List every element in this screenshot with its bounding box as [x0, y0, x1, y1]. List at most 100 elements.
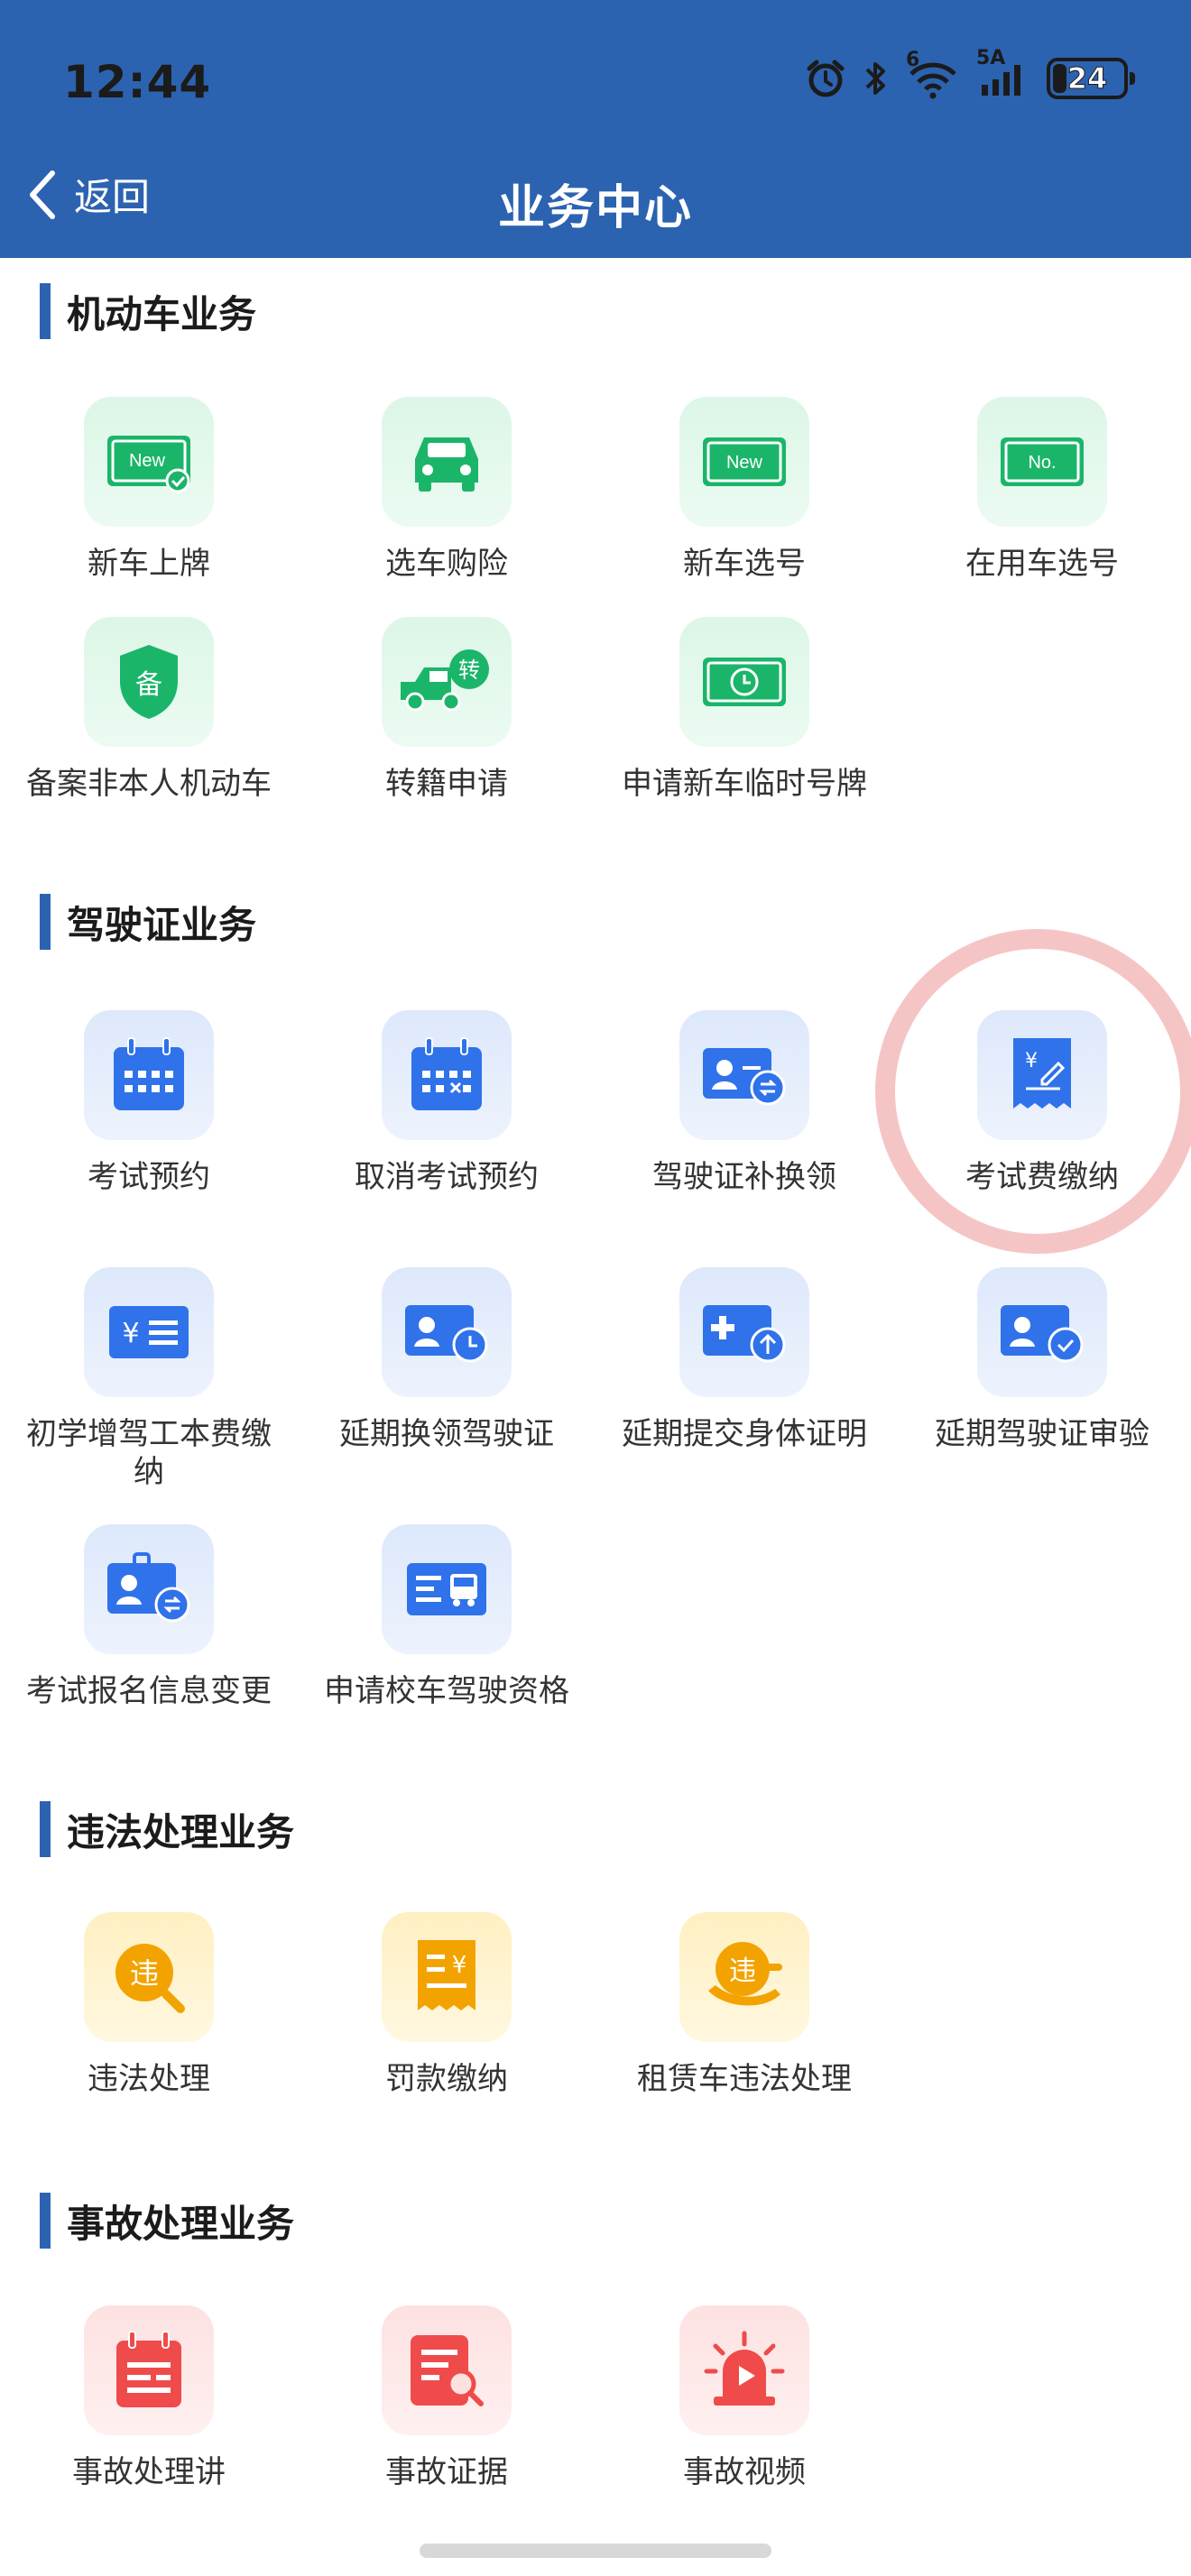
tile-label: 考试报名信息变更 — [26, 1673, 272, 1709]
tile-icon-bg: ¥ — [84, 1267, 214, 1397]
status-icons: 6 5A 24 — [805, 47, 1135, 99]
tile-extend-license[interactable]: 延期换领驾驶证 — [298, 1267, 596, 1453]
section-title-text: 违法处理业务 — [67, 1809, 295, 1854]
tile-label: 申请新车临时号牌 — [622, 766, 867, 802]
tile-icon-bg — [382, 397, 512, 527]
section-title-vehicle: 机动车业务 — [40, 283, 256, 339]
tile-label: 申请校车驾驶资格 — [324, 1673, 569, 1709]
tile-icon-bg — [382, 1267, 512, 1397]
svg-text:违: 违 — [130, 1956, 159, 1991]
tile-label: 转籍申请 — [385, 766, 508, 802]
section-title-accident: 事故处理业务 — [40, 2193, 294, 2249]
tile-label: 选车购险 — [385, 546, 508, 582]
tile-icon-bg: 备 — [84, 617, 214, 747]
tile-icon-bg: 违 — [679, 1912, 809, 2042]
tile-accident-evidence[interactable]: 事故证据 — [298, 2305, 596, 2491]
tile-icon-bg — [382, 2305, 512, 2435]
section-accent-bar — [40, 1801, 51, 1857]
tile-label: 延期换领驾驶证 — [339, 1416, 554, 1452]
tile-exam-info-change[interactable]: 考试报名信息变更 — [0, 1524, 298, 1710]
section-title-violation: 违法处理业务 — [40, 1801, 294, 1857]
svg-text:New: New — [726, 453, 763, 473]
alarm-icon — [807, 60, 845, 97]
svg-text:¥: ¥ — [122, 1318, 139, 1349]
car-insurance-icon — [415, 437, 478, 492]
fine-receipt-icon: ¥ — [418, 1940, 475, 2010]
section-title-license: 驾驶证业务 — [40, 894, 256, 950]
battery-icon: 24 — [1047, 58, 1135, 99]
wifi-indicator: 6 — [906, 49, 960, 99]
wifi-badge: 6 — [906, 49, 920, 71]
evidence-search-icon — [411, 2335, 484, 2406]
tile-new-car-number[interactable]: New 新车选号 — [596, 397, 893, 583]
tile-license-replace[interactable]: 驾驶证补换领 — [596, 1010, 893, 1196]
fee-card-icon: ¥ — [109, 1306, 189, 1358]
network-type: 5A — [976, 47, 1006, 69]
tile-icon-bg: ¥ — [382, 1912, 512, 2042]
tile-label: 在用车选号 — [965, 546, 1119, 582]
tile-rental-violation[interactable]: 违 租赁车违法处理 — [596, 1912, 893, 2098]
license-clock-icon — [405, 1305, 488, 1363]
tile-record-vehicle[interactable]: 备 备案非本人机动车 — [0, 617, 298, 803]
tile-violation-handle[interactable]: 违 违法处理 — [0, 1912, 298, 2098]
tile-icon-bg — [679, 2305, 809, 2435]
tile-label: 租赁车违法处理 — [637, 2061, 852, 2097]
svg-text:¥: ¥ — [452, 1952, 467, 1979]
tile-icon-bg — [977, 1267, 1107, 1397]
section-accent-bar — [40, 283, 51, 339]
tile-exam-booking[interactable]: 考试预约 — [0, 1010, 298, 1196]
section-accent-bar — [40, 894, 51, 950]
alarm-video-icon — [704, 2331, 785, 2406]
tile-icon-bg — [84, 1524, 214, 1654]
tile-transfer-apply[interactable]: 转 转籍申请 — [298, 617, 596, 803]
tile-used-car-number[interactable]: No. 在用车选号 — [893, 397, 1191, 583]
tile-label: 延期驾驶证审验 — [935, 1416, 1149, 1452]
tile-icon-bg — [84, 1010, 214, 1140]
tile-temp-plate[interactable]: 申请新车临时号牌 — [596, 617, 893, 803]
bluetooth-icon — [865, 62, 885, 95]
tile-icon-bg: No. — [977, 397, 1107, 527]
tile-label: 新车选号 — [683, 546, 806, 582]
tile-label: 驾驶证补换领 — [652, 1159, 836, 1195]
temporary-plate-icon — [703, 658, 786, 706]
tile-extend-review[interactable]: 延期驾驶证审验 — [893, 1267, 1191, 1453]
rental-violation-icon: 违 — [708, 1942, 782, 2006]
info-change-icon — [107, 1552, 190, 1623]
tile-icon-bg — [679, 1267, 809, 1397]
tile-icon-bg: New — [679, 397, 809, 527]
tile-new-car-plate[interactable]: New 新车上牌 — [0, 397, 298, 583]
tile-car-insurance[interactable]: 选车购险 — [298, 397, 596, 583]
tile-cancel-exam[interactable]: 取消考试预约 — [298, 1010, 596, 1196]
tile-icon-bg: 违 — [84, 1912, 214, 2042]
tile-fine-payment[interactable]: ¥ 罚款缴纳 — [298, 1912, 596, 2098]
svg-text:No.: No. — [1028, 453, 1056, 473]
tile-icon-bg — [679, 617, 809, 747]
page-title: 业务中心 — [497, 181, 693, 235]
svg-text:New: New — [129, 451, 166, 471]
tile-label: 事故视频 — [683, 2454, 806, 2490]
tile-label: 事故处理讲 — [72, 2454, 226, 2490]
svg-text:转: 转 — [458, 658, 480, 683]
number-select-icon: No. — [1001, 437, 1084, 486]
highlight-circle — [875, 929, 1191, 1254]
tile-accident-lecture[interactable]: 事故处理讲 — [0, 2305, 298, 2491]
tile-extend-medical[interactable]: 延期提交身体证明 — [596, 1267, 893, 1453]
svg-text:备: 备 — [135, 669, 162, 701]
section-accent-bar — [40, 2193, 51, 2249]
tile-school-bus[interactable]: 申请校车驾驶资格 — [298, 1524, 596, 1710]
svg-text:违: 违 — [729, 1955, 756, 1987]
tile-learner-fee[interactable]: ¥ 初学增驾工本费缴纳 — [0, 1267, 298, 1491]
tile-label: 延期提交身体证明 — [622, 1416, 867, 1452]
home-indicator[interactable] — [420, 2544, 771, 2558]
new-plate-icon: New — [107, 436, 190, 493]
tile-icon-bg — [382, 1524, 512, 1654]
battery-level: 24 — [1066, 61, 1108, 97]
tile-icon-bg — [84, 2305, 214, 2435]
calendar-cancel-icon — [411, 1037, 482, 1110]
tile-icon-bg — [679, 1010, 809, 1140]
status-time: 12:44 — [63, 56, 212, 108]
tile-accident-video[interactable]: 事故视频 — [596, 2305, 893, 2491]
section-title-text: 事故处理业务 — [67, 2201, 295, 2246]
medical-upload-icon — [703, 1305, 786, 1363]
new-number-icon: New — [703, 437, 786, 486]
